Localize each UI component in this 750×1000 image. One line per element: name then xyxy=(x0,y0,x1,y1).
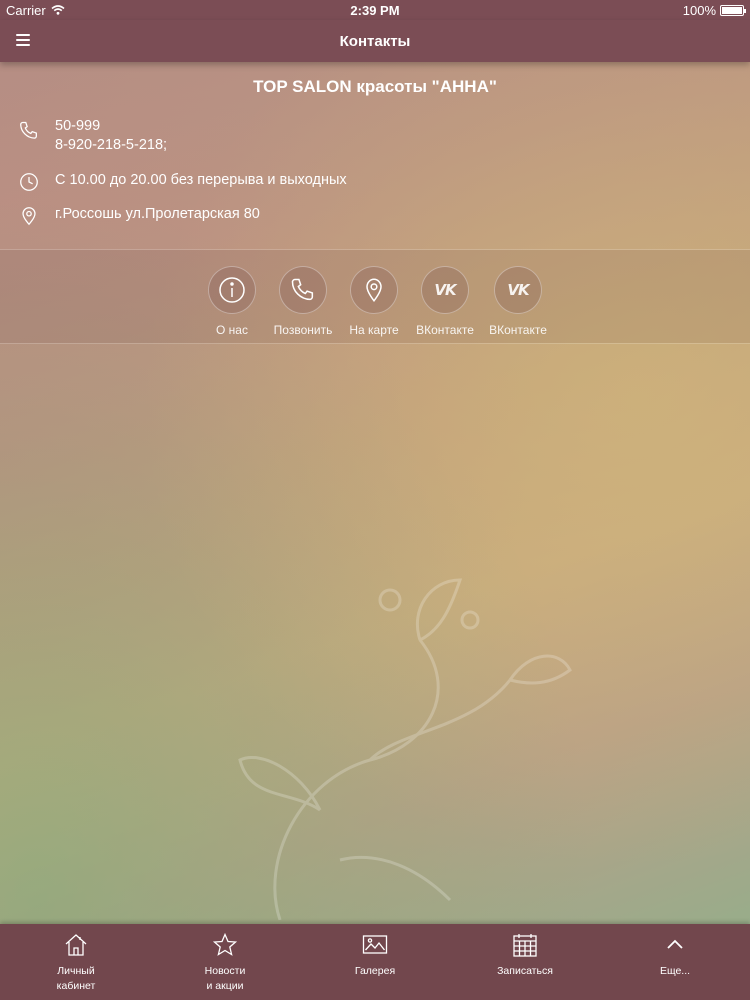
tab-news[interactable]: Новости и акции xyxy=(165,924,285,1000)
action-map-label: На карте xyxy=(349,323,399,337)
tab-bar: Личный кабинет Новости и акции Галерея З… xyxy=(0,924,750,1000)
address-text: г.Россошь ул.Пролетарская 80 xyxy=(55,206,260,222)
action-about[interactable]: О нас xyxy=(192,266,272,337)
contact-phone-row[interactable]: 50-999 8-920-218-5-218; xyxy=(18,117,167,155)
star-icon xyxy=(212,932,238,956)
phone-line-1: 50-999 xyxy=(55,118,101,134)
home-icon xyxy=(65,934,87,956)
gallery-icon xyxy=(362,935,388,954)
tab-booking[interactable]: Записаться xyxy=(465,924,585,1000)
phone-numbers: 50-999 8-920-218-5-218; xyxy=(55,117,167,155)
tab-label-line1: Новости xyxy=(204,965,246,977)
contact-hours-row: С 10.00 до 20.00 без перерыва и выходных xyxy=(18,171,347,193)
status-left: Carrier xyxy=(6,3,65,18)
tab-booking-label: Записаться xyxy=(465,964,585,979)
tab-label-line1: Галерея xyxy=(354,965,396,977)
action-vk-2-label: ВКонтакте xyxy=(489,323,547,337)
action-map-circle xyxy=(350,266,398,314)
hamburger-menu-icon[interactable] xyxy=(16,34,30,46)
action-vk-2[interactable]: VK ВКонтакте xyxy=(478,266,558,337)
working-hours: С 10.00 до 20.00 без перерыва и выходных xyxy=(55,172,347,188)
action-call-circle xyxy=(279,266,327,314)
action-map[interactable]: На карте xyxy=(334,266,414,337)
phone-icon xyxy=(291,278,314,301)
phone-icon xyxy=(20,121,37,139)
action-vk-2-circle: VK xyxy=(494,266,542,314)
calendar-icon xyxy=(513,934,537,957)
action-vk-1[interactable]: VK ВКонтакте xyxy=(405,266,485,337)
nav-bar: Контакты xyxy=(0,20,750,62)
vk-icon: VK xyxy=(507,281,529,299)
status-right: 100% xyxy=(682,2,746,18)
salon-name: TOP SALON красоты "АННА" xyxy=(253,77,497,96)
tab-personal-cabinet[interactable]: Личный кабинет xyxy=(16,924,136,1000)
action-vk-1-circle: VK xyxy=(421,266,469,314)
tab-more-label: Еще... xyxy=(615,964,735,979)
location-icon xyxy=(22,207,36,226)
floral-watermark xyxy=(238,578,572,920)
tab-gallery[interactable]: Галерея xyxy=(315,924,435,1000)
tab-more[interactable]: Еще... xyxy=(615,924,735,1000)
tab-label-line1: Записаться xyxy=(497,965,553,977)
tab-label-line1: Еще... xyxy=(659,965,691,977)
clock-icon xyxy=(20,173,38,191)
map-pin-icon xyxy=(366,278,382,302)
tab-personal-cabinet-label: Личный кабинет xyxy=(16,964,136,994)
tab-label-line2: кабинет xyxy=(56,980,96,992)
action-call[interactable]: Позвонить xyxy=(263,266,343,337)
phone-line-2: 8-920-218-5-218; xyxy=(55,137,168,153)
action-about-circle xyxy=(208,266,256,314)
action-call-label: Позвонить xyxy=(273,323,333,337)
status-bar: Carrier 2:39 PM 100% xyxy=(0,0,750,20)
status-time: 2:39 PM xyxy=(350,2,400,18)
battery-icon xyxy=(720,4,746,16)
tab-label-line2: и акции xyxy=(206,980,244,992)
action-buttons-bar: О нас Позвонить На карте VK ВКонтакте VK… xyxy=(0,250,750,343)
divider-bottom xyxy=(0,343,750,344)
tab-gallery-label: Галерея xyxy=(315,964,435,979)
wifi-icon xyxy=(51,5,65,15)
tab-label-line1: Личный xyxy=(57,965,95,977)
action-vk-1-label: ВКонтакте xyxy=(416,323,474,337)
battery-percent: 100% xyxy=(682,2,716,18)
chevron-up-icon xyxy=(667,939,683,949)
vk-icon: VK xyxy=(434,281,456,299)
info-icon xyxy=(219,277,245,303)
page-title: Контакты xyxy=(339,32,411,50)
carrier-label: Carrier xyxy=(6,2,46,18)
contact-address-row[interactable]: г.Россошь ул.Пролетарская 80 xyxy=(18,205,260,227)
tab-news-label: Новости и акции xyxy=(165,964,285,994)
action-about-label: О нас xyxy=(216,323,248,337)
